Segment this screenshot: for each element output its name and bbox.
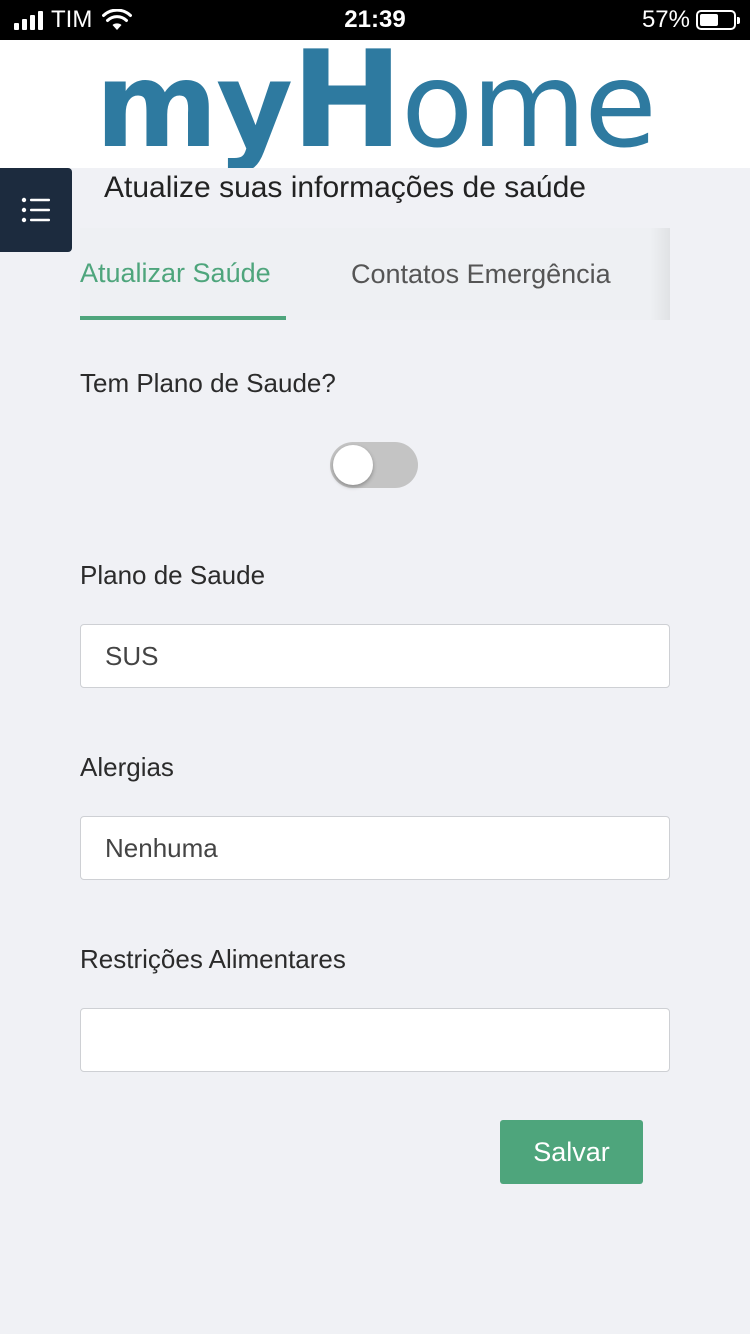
battery-cap: [737, 17, 740, 24]
tab-atualizar-saude[interactable]: Atualizar Saúde: [80, 228, 286, 320]
app-header: myHome: [0, 40, 750, 168]
has-plan-label: Tem Plano de Saude?: [80, 368, 336, 398]
status-right: 57%: [641, 6, 740, 34]
plan-label: Plano de Saude: [80, 560, 266, 590]
status-bar: TIM 21:39 57%: [0, 0, 750, 40]
save-button[interactable]: Salvar: [500, 1120, 643, 1184]
tab-contatos-emergencia[interactable]: Contatos Emergência: [351, 228, 611, 320]
myhome-logo: myHome: [0, 40, 750, 168]
battery-icon: [696, 10, 740, 30]
battery-percent: 57%: [641, 6, 690, 33]
logo-text-ome: ome: [401, 40, 657, 168]
allergies-input[interactable]: [80, 816, 670, 880]
menu-button[interactable]: [0, 168, 72, 252]
toggle-knob: [333, 445, 373, 485]
page-title: Atualize suas informações de saúde: [104, 171, 586, 204]
logo-text-my: my: [95, 40, 293, 168]
diet-restrictions-input[interactable]: [80, 1008, 670, 1072]
diet-restrictions-label: Restrições Alimentares: [80, 944, 346, 974]
tab-bar: Atualizar Saúde Contatos Emergência: [80, 228, 670, 320]
list-icon: [21, 197, 50, 223]
status-time: 21:39: [344, 6, 406, 33]
logo-text-h: H: [290, 40, 403, 168]
has-plan-toggle[interactable]: [330, 442, 418, 488]
battery-level-fill: [700, 14, 718, 26]
plan-input[interactable]: [80, 624, 670, 688]
allergies-label: Alergias: [80, 752, 174, 782]
